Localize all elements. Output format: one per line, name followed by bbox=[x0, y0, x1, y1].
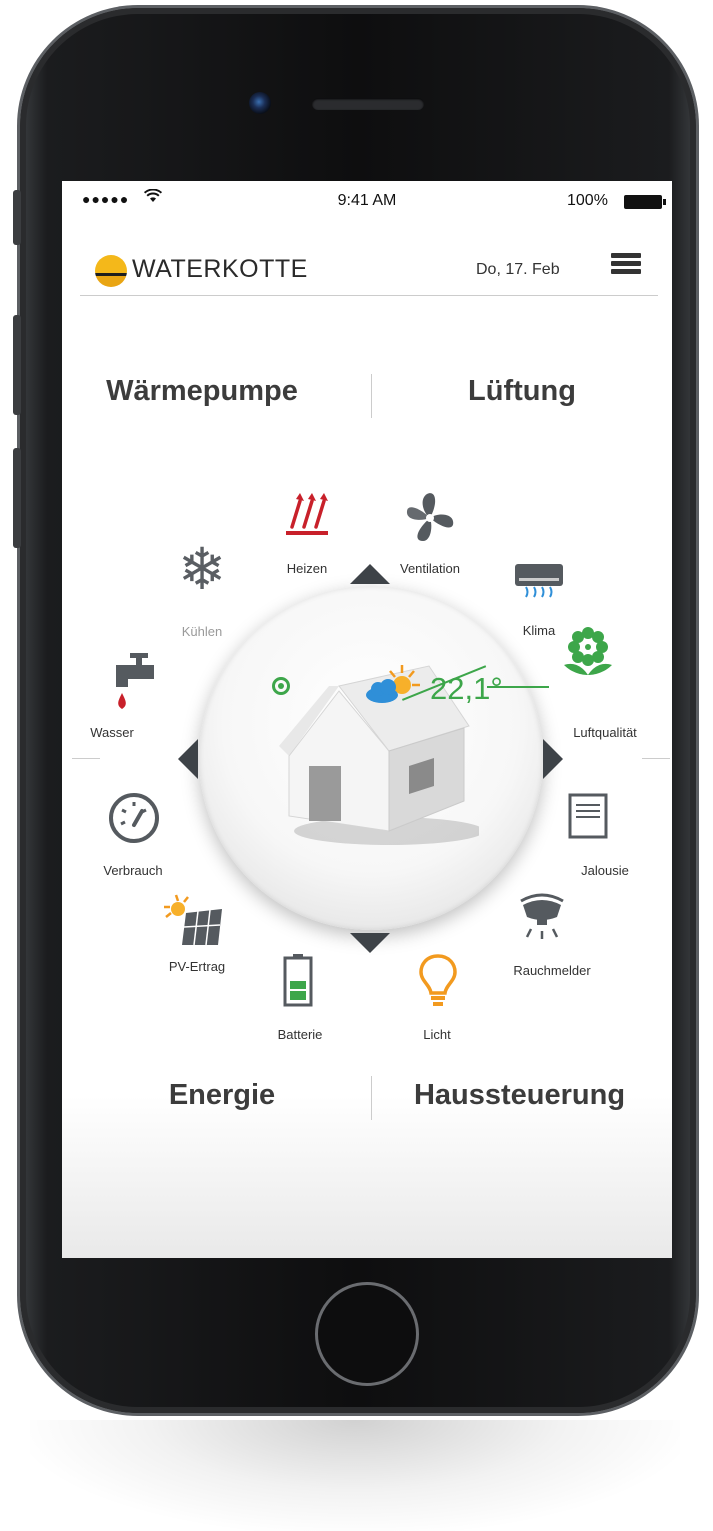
battery-level-icon bbox=[283, 954, 313, 1007]
menu-item-label: Batterie bbox=[277, 1027, 323, 1042]
menu-item-label: Kühlen bbox=[181, 624, 223, 639]
divider bbox=[642, 758, 670, 759]
section-haussteuerung[interactable]: Haussteuerung bbox=[397, 1079, 642, 1112]
hamburger-menu-icon[interactable] bbox=[611, 253, 641, 275]
camera-icon bbox=[249, 92, 271, 114]
battery-percentage: 100% bbox=[567, 192, 608, 209]
divider bbox=[72, 758, 100, 759]
water-tap-icon bbox=[116, 653, 154, 709]
arrow-down-icon[interactable] bbox=[350, 933, 390, 953]
smoke-detector-icon bbox=[520, 893, 564, 939]
divider bbox=[371, 1076, 372, 1120]
app-header: WATERKOTTE Do, 17. Feb bbox=[80, 241, 658, 296]
flower-icon bbox=[564, 627, 612, 675]
logo-text: WATERKOTTE bbox=[132, 255, 308, 283]
menu-item-label: Ventilation bbox=[400, 561, 460, 576]
temperature-value: 22,1° bbox=[430, 671, 503, 706]
current-date: Do, 17. Feb bbox=[476, 261, 560, 278]
mute-switch bbox=[13, 190, 21, 245]
solar-panel-icon bbox=[164, 894, 222, 946]
section-waermepumpe[interactable]: Wärmepumpe bbox=[92, 375, 312, 408]
home-button[interactable] bbox=[315, 1282, 419, 1386]
waterkotte-logo-icon bbox=[95, 255, 127, 287]
air-conditioner-icon bbox=[515, 564, 563, 598]
menu-item-label: Jalousie bbox=[581, 863, 629, 878]
arrow-right-icon[interactable] bbox=[543, 739, 563, 779]
divider bbox=[371, 374, 372, 418]
snowflake-icon: ❄ bbox=[177, 537, 227, 602]
menu-item-label: Rauchmelder bbox=[513, 963, 591, 978]
volume-down-button bbox=[13, 448, 21, 548]
status-indicator-icon bbox=[272, 677, 290, 695]
volume-up-button bbox=[13, 315, 21, 415]
gauge-icon bbox=[109, 793, 159, 843]
app-screen: ●●●●● 9:41 AM 100% WATERKOTTE Do, 17. Fe… bbox=[62, 181, 672, 1258]
menu-item-label: Luftqualität bbox=[573, 725, 637, 740]
phone-reflection bbox=[30, 1420, 680, 1531]
speaker-grille bbox=[312, 98, 424, 110]
menu-item-label: Verbrauch bbox=[103, 863, 163, 878]
menu-item-label: Licht bbox=[423, 1027, 451, 1042]
heating-icon bbox=[286, 493, 328, 535]
battery-icon bbox=[624, 195, 666, 209]
menu-item-label: PV-Ertrag bbox=[168, 959, 226, 974]
menu-item-label: Heizen bbox=[286, 561, 328, 576]
status-bar: ●●●●● 9:41 AM 100% bbox=[62, 181, 672, 221]
menu-item-label: Wasser bbox=[90, 725, 134, 740]
fan-icon bbox=[406, 493, 454, 541]
blinds-icon bbox=[568, 793, 608, 839]
section-lueftung[interactable]: Lüftung bbox=[422, 375, 622, 408]
arrow-left-icon[interactable] bbox=[178, 739, 198, 779]
light-bulb-icon bbox=[419, 954, 457, 1006]
section-energie[interactable]: Energie bbox=[132, 1079, 312, 1112]
weather-sun-cloud-icon bbox=[366, 665, 420, 703]
